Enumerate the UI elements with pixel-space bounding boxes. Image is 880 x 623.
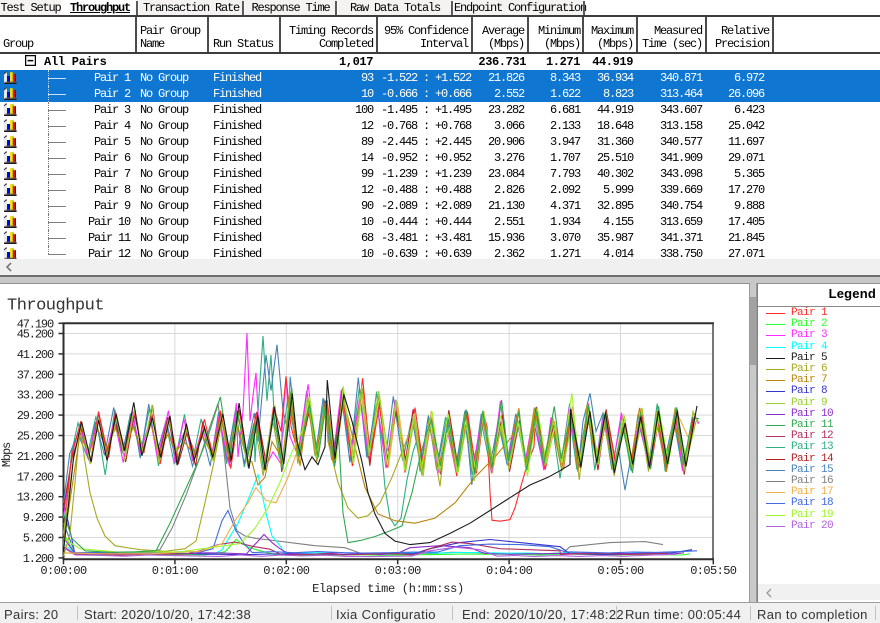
svg-text:0:04:00: 0:04:00	[486, 564, 533, 578]
svg-text:45.200: 45.200	[17, 328, 54, 342]
svg-text:Throughput: Throughput	[7, 297, 104, 316]
svg-text:0:02:00: 0:02:00	[263, 564, 310, 578]
svg-text:17.200: 17.200	[17, 470, 54, 484]
svg-text:Mbps: Mbps	[0, 442, 14, 467]
svg-text:9.200: 9.200	[23, 511, 54, 525]
svg-text:33.200: 33.200	[17, 389, 54, 403]
svg-text:5.200: 5.200	[23, 532, 54, 546]
svg-text:41.200: 41.200	[17, 348, 54, 362]
svg-text:29.200: 29.200	[17, 409, 54, 423]
svg-text:Elapsed time (h:mm:ss): Elapsed time (h:mm:ss)	[312, 582, 464, 596]
svg-text:13.200: 13.200	[17, 491, 54, 505]
svg-text:37.200: 37.200	[17, 368, 54, 382]
svg-text:0:05:00: 0:05:00	[597, 564, 644, 578]
svg-text:0:03:00: 0:03:00	[375, 564, 422, 578]
svg-text:21.200: 21.200	[17, 450, 54, 464]
svg-text:0:05:50: 0:05:50	[690, 564, 737, 578]
svg-text:25.200: 25.200	[17, 430, 54, 444]
svg-text:0:00:00: 0:00:00	[40, 564, 87, 578]
svg-text:0:01:00: 0:01:00	[152, 564, 199, 578]
